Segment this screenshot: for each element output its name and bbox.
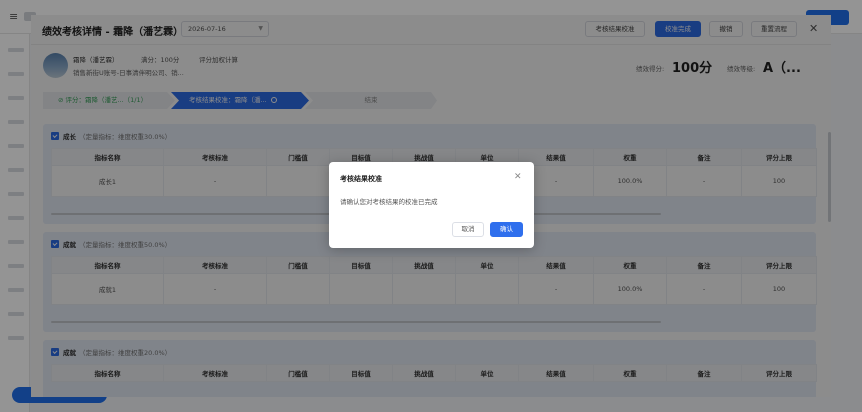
confirm-button[interactable]: 确认 (490, 222, 523, 237)
cancel-button[interactable]: 取消 (452, 222, 484, 237)
calibration-confirm-dialog: 考核结果校准 ✕ 请确认您对考核结果的校准已完成 取消 确认 (329, 162, 534, 248)
dialog-message: 请确认您对考核结果的校准已完成 (340, 198, 438, 206)
dialog-title: 考核结果校准 (340, 175, 382, 183)
close-icon[interactable]: ✕ (514, 172, 522, 182)
